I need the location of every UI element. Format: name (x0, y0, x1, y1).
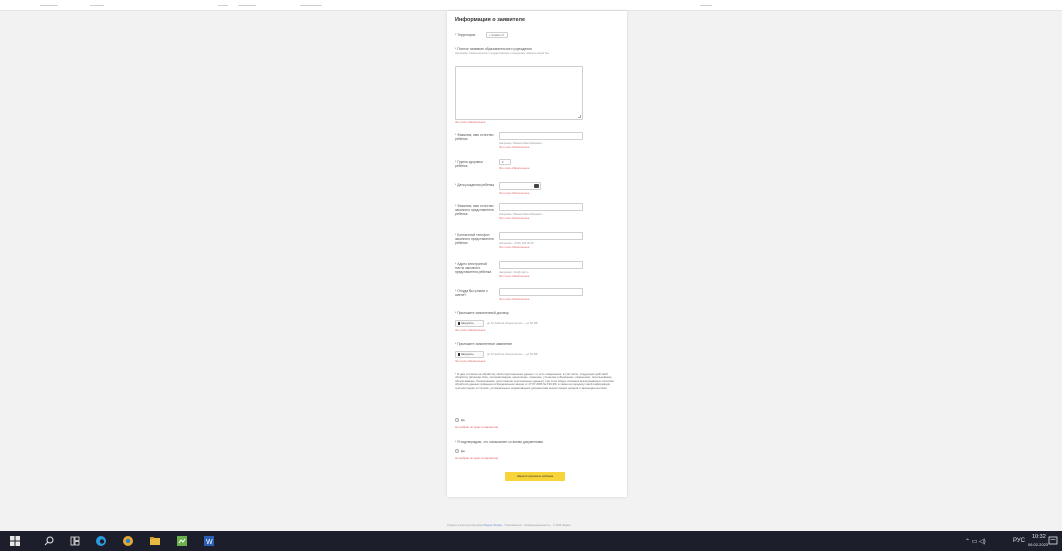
child-name-input[interactable] (499, 132, 583, 140)
birth-error: Это поле обязательное (499, 191, 530, 195)
browser-top-strip (0, 0, 1062, 11)
footer-link[interactable]: Яндекс Формы (484, 524, 502, 527)
page-footer: Создано в конструкторе форм Яндекс Формы… (447, 524, 627, 527)
resize-grip-icon[interactable] (578, 115, 581, 118)
clock-time[interactable]: 10:32 (1032, 534, 1046, 540)
source-label: Откуда Вы узнали о смене? (455, 289, 495, 297)
notifications-icon[interactable] (1048, 536, 1058, 546)
footer-text: Создано в конструкторе форм (447, 524, 484, 527)
word-app-icon[interactable]: W (204, 536, 214, 546)
contract-upload-hint: до 10 файлов общим весом — до 50 МБ (487, 322, 538, 325)
edge-browser-icon[interactable] (96, 536, 106, 546)
contract-label: Приложите заполненный договор (455, 311, 508, 315)
top-strip-mark (700, 5, 712, 6)
top-strip-mark (90, 5, 104, 6)
upload-icon (458, 321, 460, 325)
clock-date[interactable]: 06.02.2023 (1028, 542, 1048, 547)
search-icon[interactable] (44, 536, 54, 546)
birth-date-input[interactable] (499, 182, 541, 190)
task-view-icon[interactable] (70, 536, 80, 546)
contract-upload-button[interactable]: Загрузить (455, 320, 484, 327)
source-input[interactable] (499, 288, 583, 296)
application-upload-button[interactable]: Загрузить (455, 351, 484, 358)
health-error: Это поле обязательное (499, 166, 530, 170)
language-indicator[interactable]: РУС (1013, 538, 1025, 544)
consent-text: Я даю согласие на обработку своих персон… (455, 372, 615, 390)
edu-error: Это поле обязательное (455, 120, 486, 124)
email-error: Это поле обязательное (499, 274, 530, 278)
application-error: Это поле обязательное (455, 359, 486, 363)
territory-select[interactable]: г. Алматы ▾ (486, 32, 508, 38)
form-title: Информация о заявителе (455, 17, 526, 23)
edu-label: Полное название образовательного учрежде… (455, 47, 605, 51)
territory-label: Территория (455, 33, 475, 37)
confirm-label: Я подтверждаю, что ознакомлен со всеми д… (455, 440, 543, 444)
top-strip-mark (238, 5, 256, 6)
upload-icon (458, 352, 460, 356)
calendar-icon[interactable] (534, 184, 539, 188)
child-name-label: Фамилия, имя отчество ребенка (455, 133, 495, 141)
contract-error: Это поле обязательное (455, 328, 486, 332)
footer-rest: · Пожаловаться · Конфиденциальность · © … (502, 524, 571, 527)
edu-hint: Например: Коммунальное государственное у… (455, 52, 550, 55)
form-card: Информация о заявителе Территория г. Алм… (447, 11, 627, 497)
contract-upload-label: Загрузить (461, 321, 474, 325)
consent-error: Не выбран ни один из вариантов (455, 425, 498, 429)
child-name-error: Это поле обязательное (499, 145, 530, 149)
photos-app-icon[interactable] (177, 536, 187, 546)
source-error: Это поле обязательное (499, 297, 530, 301)
phone-label: Контактный телефон законного представите… (455, 233, 495, 245)
email-input[interactable] (499, 261, 583, 269)
consent-yes-radio[interactable] (455, 418, 459, 422)
application-upload-label: Загрузить (461, 352, 474, 356)
top-strip-mark (40, 5, 58, 6)
application-upload-hint: до 10 файлов общим весом — до 50 МБ (487, 353, 538, 356)
edu-textarea[interactable] (455, 66, 583, 120)
top-strip-mark (218, 5, 228, 6)
phone-error: Это поле обязательное (499, 245, 530, 249)
birth-label: Дата рождения ребенка (455, 183, 495, 187)
health-select[interactable]: ▾ (499, 159, 511, 165)
chrome-browser-icon[interactable] (123, 536, 133, 546)
phone-input[interactable] (499, 232, 583, 240)
application-label: Приложите заполненное заявление (455, 342, 512, 346)
confirm-error: Не выбран ни один из вариантов (455, 456, 498, 460)
consent-yes-label[interactable]: Да (461, 418, 465, 422)
top-strip-mark (300, 5, 322, 6)
health-label: Группа здоровья ребенка (455, 160, 495, 168)
confirm-yes-label[interactable]: Да (461, 449, 465, 453)
confirm-yes-radio[interactable] (455, 449, 459, 453)
windows-start-icon[interactable] (10, 536, 20, 546)
tray-icons[interactable]: ⌃ ▭ ◁) (965, 538, 986, 545)
submit-button[interactable]: Зарегистрировать ребенка (505, 472, 565, 481)
parent-name-error: Это поле обязательное (499, 216, 530, 220)
parent-name-label: Фамилия, имя отчество законного представ… (455, 204, 495, 216)
parent-name-input[interactable] (499, 203, 583, 211)
taskbar: W ⌃ ▭ ◁) РУС 10:32 06.02.2023 (0, 531, 1062, 551)
file-explorer-icon[interactable] (150, 536, 160, 546)
email-label: Адрес электронной почты законного предст… (455, 262, 495, 274)
svg-text:W: W (206, 539, 213, 546)
